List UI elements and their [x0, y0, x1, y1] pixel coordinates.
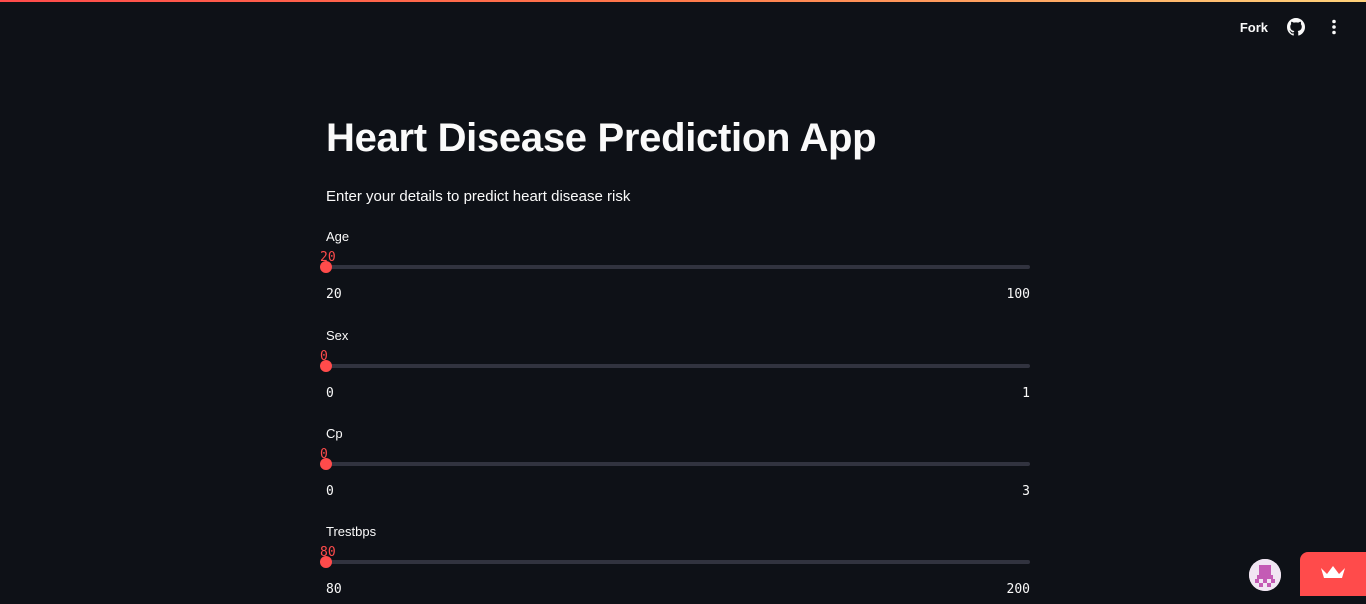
streamlit-badge[interactable] — [1300, 552, 1366, 596]
slider-label: Sex — [326, 328, 349, 343]
slider-min-value: 0 — [326, 386, 334, 401]
slider-thumb[interactable] — [320, 360, 332, 372]
user-avatar-icon[interactable] — [1249, 559, 1281, 591]
slider-max-value: 100 — [1006, 287, 1030, 302]
slider-age: Age 20 20 100 — [320, 229, 1030, 309]
slider-track[interactable] — [326, 265, 1030, 269]
page-title: Heart Disease Prediction App — [326, 116, 877, 160]
slider-label: Trestbps — [326, 524, 377, 539]
slider-max-value: 3 — [1022, 484, 1030, 499]
page-subtitle: Enter your details to predict heart dise… — [326, 188, 631, 205]
slider-max-value: 200 — [1006, 582, 1030, 597]
slider-cp: Cp 0 0 3 — [320, 426, 1030, 506]
slider-thumb[interactable] — [320, 458, 332, 470]
slider-thumb[interactable] — [320, 261, 332, 273]
slider-min-value: 0 — [326, 484, 334, 499]
slider-max-value: 1 — [1022, 386, 1030, 401]
more-vertical-icon[interactable] — [1324, 17, 1344, 37]
slider-track[interactable] — [326, 560, 1030, 564]
slider-thumb[interactable] — [320, 556, 332, 568]
slider-sex: Sex 0 0 1 — [320, 328, 1030, 408]
slider-label: Cp — [326, 426, 343, 441]
top-decoration-bar — [0, 0, 1366, 2]
slider-min-value: 80 — [326, 582, 342, 597]
slider-track[interactable] — [326, 364, 1030, 368]
streamlit-crown-icon — [1320, 564, 1346, 585]
slider-min-value: 20 — [326, 287, 342, 302]
slider-track[interactable] — [326, 462, 1030, 466]
fork-button[interactable]: Fork — [1240, 20, 1268, 35]
slider-label: Age — [326, 229, 350, 244]
github-icon[interactable] — [1286, 17, 1306, 37]
top-toolbar: Fork — [1240, 17, 1344, 37]
slider-trestbps: Trestbps 80 80 200 — [320, 524, 1030, 604]
